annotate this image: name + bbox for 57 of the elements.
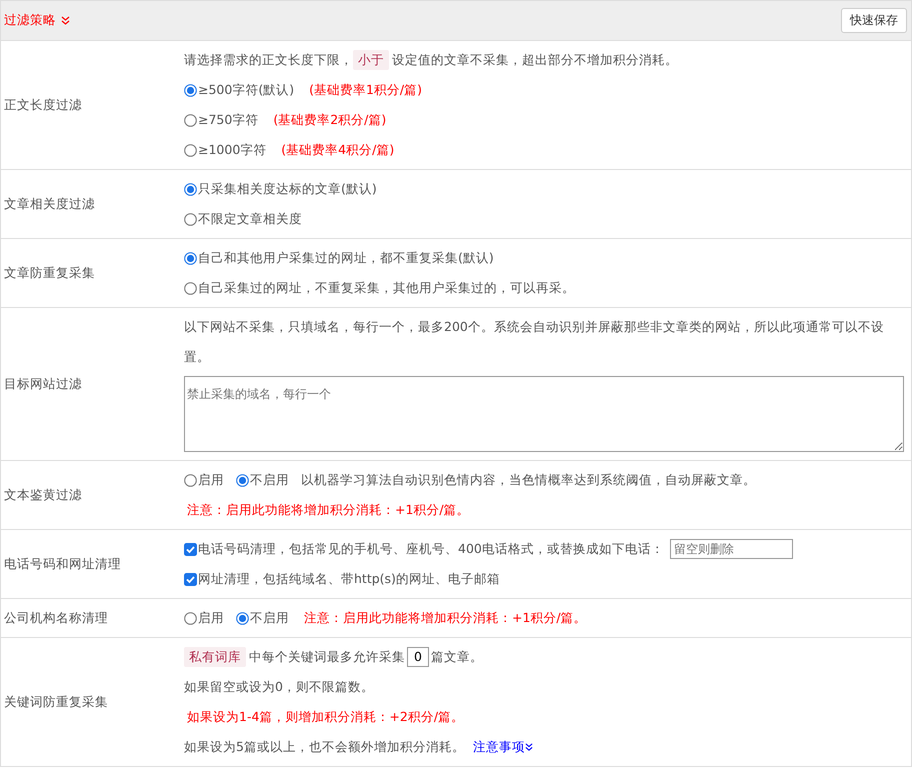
- notes-link[interactable]: 注意事项: [472, 732, 533, 762]
- description-text: 篇文章。: [431, 648, 483, 666]
- description-text: 以下网站不采集，只填域名，每行一个，最多200个。系统会自动识别并屏蔽那些非文章类的网站，所以此项通常可以不设置。: [184, 318, 885, 366]
- row-label: 文本鉴黄过滤: [3, 486, 83, 504]
- tag: 小于: [353, 50, 389, 70]
- radio-option[interactable]: ≥1000字符: [184, 135, 266, 165]
- radio-button[interactable]: [184, 612, 197, 624]
- row-label: 公司机构名称清理: [3, 610, 109, 626]
- radio-option[interactable]: 只采集相关度达标的文章(默认): [184, 174, 377, 204]
- radio-option[interactable]: 自己采集过的网址，不重复采集，其他用户采集过的，可以再采。: [184, 273, 575, 303]
- description-text: 以机器学习算法自动识别色情内容，当色情概率达到系统阈值，自动屏蔽文章。: [301, 471, 756, 489]
- description-text: 设定值的文章不采集，超出部分不增加积分消耗。: [392, 51, 678, 69]
- radio-button[interactable]: [184, 144, 197, 156]
- double-chevron-icon[interactable]: [61, 16, 70, 25]
- radio-button[interactable]: [236, 474, 249, 486]
- radio-option[interactable]: 启用: [184, 603, 224, 633]
- radio-button[interactable]: [184, 474, 197, 486]
- note-text: (基础费率1积分/篇): [309, 81, 422, 99]
- tag: 私有词库: [184, 647, 246, 667]
- note-text: 如果设为1-4篇，则增加积分消耗：+2积分/篇。: [187, 708, 464, 726]
- radio-button[interactable]: [184, 182, 197, 196]
- row-label: 文章防重复采集: [3, 264, 96, 282]
- description-text: 中每个关键词最多允许采集: [249, 648, 405, 666]
- description-text: 如果设为5篇或以上，也不会额外增加积分消耗。: [184, 738, 465, 756]
- row-label: 正文长度过滤: [3, 96, 83, 114]
- quick-save-button[interactable]: 快速保存: [841, 8, 907, 33]
- radio-button[interactable]: [184, 84, 197, 96]
- radio-option[interactable]: ≥500字符(默认): [184, 75, 294, 105]
- double-chevron-icon: [524, 743, 533, 751]
- row-label: 目标网站过滤: [3, 376, 83, 392]
- row-label: 关键词防重复采集: [3, 694, 109, 710]
- row-label: 文章相关度过滤: [3, 196, 96, 212]
- checkbox[interactable]: [184, 542, 197, 556]
- radio-option[interactable]: 不限定文章相关度: [184, 204, 302, 234]
- checkbox-option[interactable]: 网址清理，包括纯域名、带http(s)的网址、电子邮箱: [184, 564, 500, 594]
- note-text: (基础费率2积分/篇): [273, 111, 386, 129]
- radio-button[interactable]: [184, 114, 197, 126]
- description-text: 请选择需求的正文长度下限，: [184, 51, 353, 69]
- radio-option[interactable]: 不启用: [236, 465, 289, 495]
- radio-button[interactable]: [236, 612, 249, 624]
- count-input-field[interactable]: 0: [407, 647, 429, 667]
- checkbox[interactable]: [184, 572, 197, 586]
- description-text: 如果留空或设为0，则不限篇数。: [184, 678, 374, 696]
- radio-option[interactable]: 自己和其他用户采集过的网址，都不重复采集(默认): [184, 243, 494, 273]
- row-label: 电话号码和网址清理: [3, 556, 122, 572]
- radio-button[interactable]: [184, 282, 197, 294]
- note-text: (基础费率4积分/篇): [281, 141, 394, 159]
- domain-textarea[interactable]: 禁止采集的域名，每行一个: [184, 376, 904, 452]
- radio-option[interactable]: 不启用: [236, 603, 289, 633]
- phone-input-field[interactable]: 留空则删除: [670, 539, 793, 559]
- note-text: 注意：启用此功能将增加积分消耗：+1积分/篇。: [304, 609, 587, 627]
- note-text: 注意：启用此功能将增加积分消耗：+1积分/篇。: [187, 501, 470, 519]
- radio-button[interactable]: [184, 252, 197, 264]
- radio-option[interactable]: ≥750字符: [184, 105, 258, 135]
- radio-option[interactable]: 启用: [184, 465, 224, 495]
- checkbox-option[interactable]: 电话号码清理，包括常见的手机号、座机号、400电话格式，或替换成如下电话：: [184, 534, 664, 564]
- radio-button[interactable]: [184, 212, 197, 226]
